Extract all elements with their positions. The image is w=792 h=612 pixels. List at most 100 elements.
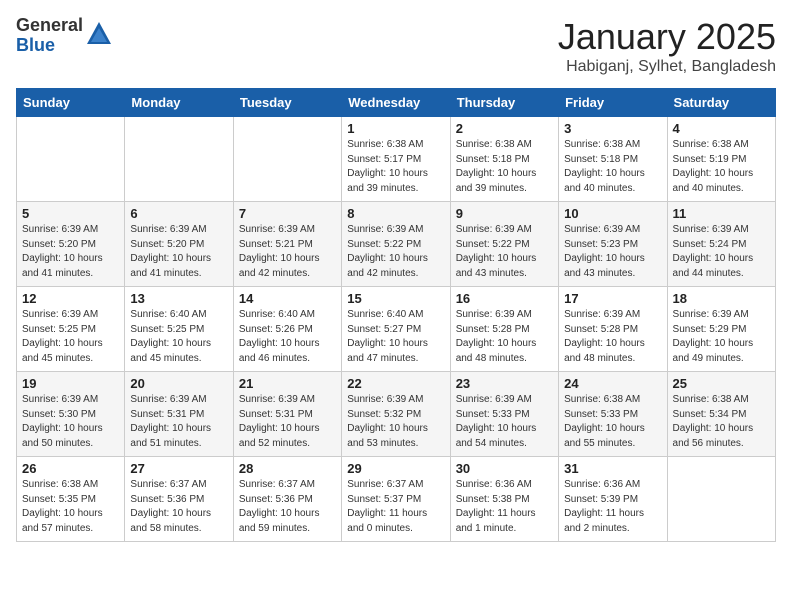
day-number: 4 xyxy=(673,121,770,136)
day-info: Sunrise: 6:39 AM Sunset: 5:28 PM Dayligh… xyxy=(564,308,661,366)
day-number: 24 xyxy=(564,376,661,391)
day-info: Sunrise: 6:37 AM Sunset: 5:36 PM Dayligh… xyxy=(130,478,227,536)
calendar-week-row: 1 Sunrise: 6:38 AM Sunset: 5:17 PM Daylig… xyxy=(17,117,776,202)
day-info: Sunrise: 6:39 AM Sunset: 5:29 PM Dayligh… xyxy=(673,308,770,366)
day-info: Sunrise: 6:38 AM Sunset: 5:35 PM Dayligh… xyxy=(22,478,119,536)
header-saturday: Saturday xyxy=(667,89,775,117)
day-info: Sunrise: 6:36 AM Sunset: 5:38 PM Dayligh… xyxy=(456,478,553,536)
day-number: 2 xyxy=(456,121,553,136)
calendar-day-cell: 3 Sunrise: 6:38 AM Sunset: 5:18 PM Daylig… xyxy=(559,117,667,202)
calendar-title: January 2025 xyxy=(558,16,776,58)
calendar-day-cell: 26 Sunrise: 6:38 AM Sunset: 5:35 PM Dayli… xyxy=(17,457,125,542)
day-info: Sunrise: 6:38 AM Sunset: 5:34 PM Dayligh… xyxy=(673,393,770,451)
calendar-day-cell: 19Sunrise: 6:39 AM Sunset: 5:30 PM Dayli… xyxy=(17,372,125,457)
calendar-day-cell: 7 Sunrise: 6:39 AM Sunset: 5:21 PM Daylig… xyxy=(233,202,341,287)
day-number: 19 xyxy=(22,376,119,391)
calendar-day-cell: 24 Sunrise: 6:38 AM Sunset: 5:33 PM Dayli… xyxy=(559,372,667,457)
day-info: Sunrise: 6:38 AM Sunset: 5:33 PM Dayligh… xyxy=(564,393,661,451)
day-info: Sunrise: 6:39 AM Sunset: 5:25 PM Dayligh… xyxy=(22,308,119,366)
day-info: Sunrise: 6:37 AM Sunset: 5:36 PM Dayligh… xyxy=(239,478,336,536)
day-info: Sunrise: 6:39 AM Sunset: 5:20 PM Dayligh… xyxy=(130,223,227,281)
day-number: 11 xyxy=(673,206,770,221)
day-info: Sunrise: 6:38 AM Sunset: 5:19 PM Dayligh… xyxy=(673,138,770,196)
calendar-day-cell: 5Sunrise: 6:39 AM Sunset: 5:20 PM Daylig… xyxy=(17,202,125,287)
day-number: 27 xyxy=(130,461,227,476)
day-info: Sunrise: 6:39 AM Sunset: 5:22 PM Dayligh… xyxy=(347,223,444,281)
day-info: Sunrise: 6:36 AM Sunset: 5:39 PM Dayligh… xyxy=(564,478,661,536)
day-info: Sunrise: 6:40 AM Sunset: 5:27 PM Dayligh… xyxy=(347,308,444,366)
day-number: 25 xyxy=(673,376,770,391)
calendar-day-cell: 1 Sunrise: 6:38 AM Sunset: 5:17 PM Daylig… xyxy=(342,117,450,202)
day-number: 14 xyxy=(239,291,336,306)
day-number: 30 xyxy=(456,461,553,476)
day-info: Sunrise: 6:40 AM Sunset: 5:26 PM Dayligh… xyxy=(239,308,336,366)
day-info: Sunrise: 6:38 AM Sunset: 5:18 PM Dayligh… xyxy=(564,138,661,196)
day-number: 22 xyxy=(347,376,444,391)
calendar-day-cell: 25 Sunrise: 6:38 AM Sunset: 5:34 PM Dayli… xyxy=(667,372,775,457)
day-info: Sunrise: 6:39 AM Sunset: 5:31 PM Dayligh… xyxy=(239,393,336,451)
day-info: Sunrise: 6:39 AM Sunset: 5:28 PM Dayligh… xyxy=(456,308,553,366)
calendar-day-cell: 2Sunrise: 6:38 AM Sunset: 5:18 PM Daylig… xyxy=(450,117,558,202)
logo-general: General xyxy=(16,16,83,36)
page-header: General Blue January 2025 Habiganj, Sylh… xyxy=(16,16,776,76)
empty-cell xyxy=(667,457,775,542)
day-number: 13 xyxy=(130,291,227,306)
day-number: 26 xyxy=(22,461,119,476)
day-number: 8 xyxy=(347,206,444,221)
day-info: Sunrise: 6:38 AM Sunset: 5:17 PM Dayligh… xyxy=(347,138,444,196)
calendar-day-cell: 12 Sunrise: 6:39 AM Sunset: 5:25 PM Dayli… xyxy=(17,287,125,372)
calendar-week-row: 19Sunrise: 6:39 AM Sunset: 5:30 PM Dayli… xyxy=(17,372,776,457)
calendar-day-cell: 18 Sunrise: 6:39 AM Sunset: 5:29 PM Dayli… xyxy=(667,287,775,372)
day-number: 10 xyxy=(564,206,661,221)
calendar-day-cell: 21 Sunrise: 6:39 AM Sunset: 5:31 PM Dayli… xyxy=(233,372,341,457)
day-number: 31 xyxy=(564,461,661,476)
calendar-day-cell: 8 Sunrise: 6:39 AM Sunset: 5:22 PM Daylig… xyxy=(342,202,450,287)
day-info: Sunrise: 6:37 AM Sunset: 5:37 PM Dayligh… xyxy=(347,478,444,536)
header-thursday: Thursday xyxy=(450,89,558,117)
calendar-day-cell: 4 Sunrise: 6:38 AM Sunset: 5:19 PM Daylig… xyxy=(667,117,775,202)
logo: General Blue xyxy=(16,16,113,56)
day-number: 5 xyxy=(22,206,119,221)
calendar-week-row: 26 Sunrise: 6:38 AM Sunset: 5:35 PM Dayli… xyxy=(17,457,776,542)
day-number: 23 xyxy=(456,376,553,391)
calendar-table: SundayMondayTuesdayWednesdayThursdayFrid… xyxy=(16,88,776,542)
calendar-subtitle: Habiganj, Sylhet, Bangladesh xyxy=(558,58,776,76)
day-number: 16 xyxy=(456,291,553,306)
day-info: Sunrise: 6:39 AM Sunset: 5:33 PM Dayligh… xyxy=(456,393,553,451)
calendar-day-cell: 28 Sunrise: 6:37 AM Sunset: 5:36 PM Dayli… xyxy=(233,457,341,542)
day-number: 7 xyxy=(239,206,336,221)
empty-cell xyxy=(125,117,233,202)
calendar-day-cell: 6 Sunrise: 6:39 AM Sunset: 5:20 PM Daylig… xyxy=(125,202,233,287)
empty-cell xyxy=(233,117,341,202)
calendar-day-cell: 14 Sunrise: 6:40 AM Sunset: 5:26 PM Dayli… xyxy=(233,287,341,372)
day-number: 12 xyxy=(22,291,119,306)
calendar-header-row: SundayMondayTuesdayWednesdayThursdayFrid… xyxy=(17,89,776,117)
calendar-week-row: 12 Sunrise: 6:39 AM Sunset: 5:25 PM Dayli… xyxy=(17,287,776,372)
calendar-day-cell: 10 Sunrise: 6:39 AM Sunset: 5:23 PM Dayli… xyxy=(559,202,667,287)
calendar-day-cell: 20Sunrise: 6:39 AM Sunset: 5:31 PM Dayli… xyxy=(125,372,233,457)
calendar-day-cell: 13Sunrise: 6:40 AM Sunset: 5:25 PM Dayli… xyxy=(125,287,233,372)
day-number: 9 xyxy=(456,206,553,221)
header-tuesday: Tuesday xyxy=(233,89,341,117)
calendar-day-cell: 23 Sunrise: 6:39 AM Sunset: 5:33 PM Dayli… xyxy=(450,372,558,457)
day-info: Sunrise: 6:39 AM Sunset: 5:31 PM Dayligh… xyxy=(130,393,227,451)
logo-icon xyxy=(85,20,113,48)
logo-blue: Blue xyxy=(16,36,83,56)
header-friday: Friday xyxy=(559,89,667,117)
day-info: Sunrise: 6:39 AM Sunset: 5:32 PM Dayligh… xyxy=(347,393,444,451)
day-info: Sunrise: 6:39 AM Sunset: 5:21 PM Dayligh… xyxy=(239,223,336,281)
calendar-day-cell: 27 Sunrise: 6:37 AM Sunset: 5:36 PM Dayli… xyxy=(125,457,233,542)
title-block: January 2025 Habiganj, Sylhet, Banglades… xyxy=(558,16,776,76)
calendar-day-cell: 17Sunrise: 6:39 AM Sunset: 5:28 PM Dayli… xyxy=(559,287,667,372)
day-number: 3 xyxy=(564,121,661,136)
day-info: Sunrise: 6:39 AM Sunset: 5:23 PM Dayligh… xyxy=(564,223,661,281)
empty-cell xyxy=(17,117,125,202)
day-number: 21 xyxy=(239,376,336,391)
day-number: 1 xyxy=(347,121,444,136)
day-info: Sunrise: 6:39 AM Sunset: 5:22 PM Dayligh… xyxy=(456,223,553,281)
day-number: 28 xyxy=(239,461,336,476)
day-number: 6 xyxy=(130,206,227,221)
day-number: 29 xyxy=(347,461,444,476)
day-number: 18 xyxy=(673,291,770,306)
calendar-day-cell: 29 Sunrise: 6:37 AM Sunset: 5:37 PM Dayli… xyxy=(342,457,450,542)
